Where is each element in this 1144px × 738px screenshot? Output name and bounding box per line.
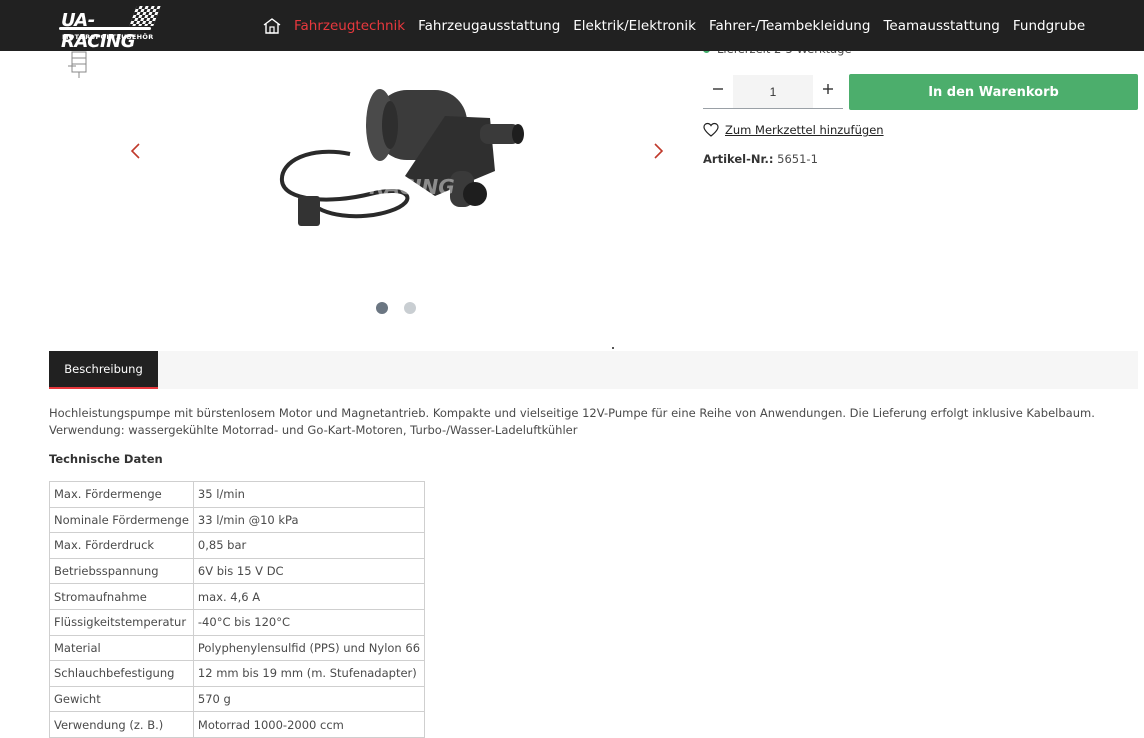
gallery-prev-button[interactable] bbox=[128, 141, 144, 161]
spec-value: 0,85 bar bbox=[192, 532, 426, 559]
spec-key: Betriebsspannung bbox=[49, 557, 194, 585]
nav-item-teamausstattung[interactable]: Teamausstattung bbox=[883, 18, 999, 34]
gallery-pagination bbox=[376, 302, 416, 314]
spec-value: Polyphenylensulfid (PPS) und Nylon 66 bbox=[192, 634, 426, 662]
nav-item-fahrerbekleidung[interactable]: Fahrer-/Teambekleidung bbox=[709, 18, 870, 34]
heart-icon bbox=[703, 122, 719, 137]
nav-item-elektrik[interactable]: Elektrik/Elektronik bbox=[573, 18, 696, 34]
logo-wordmark: UA-RACING bbox=[61, 10, 135, 52]
spec-value: Motorrad 1000-2000 ccm bbox=[192, 711, 426, 738]
quantity-input[interactable] bbox=[733, 75, 813, 109]
tab-bar bbox=[49, 351, 1138, 389]
nav-item-fahrzeugtechnik[interactable]: Fahrzeugtechnik bbox=[294, 18, 405, 34]
spec-value: 6V bis 15 V DC bbox=[192, 557, 426, 585]
spec-key: Stromaufnahme bbox=[49, 583, 194, 610]
brand-logo[interactable]: UA-RACING MOTORSPORTZUBEHÖR bbox=[59, 6, 161, 52]
table-row: Material Polyphenylensulfid (PPS) und Nyl… bbox=[49, 634, 426, 662]
tech-data-heading: Technische Daten bbox=[49, 452, 163, 466]
spec-key: Schlauchbefestigung bbox=[49, 660, 194, 687]
table-row: Verwendung (z. B.) Motorrad 1000-2000 ccm bbox=[49, 711, 426, 738]
spec-value: 12 mm bis 19 mm (m. Stufenadapter) bbox=[192, 660, 426, 687]
table-row: Stromaufnahme max. 4,6 A bbox=[49, 583, 426, 610]
spec-key: Max. Förderdruck bbox=[49, 532, 194, 559]
add-to-cart-button[interactable]: In den Warenkorb bbox=[849, 74, 1138, 110]
usage-text: Verwendung: wassergekühlte Motorrad- und… bbox=[49, 423, 578, 437]
spec-key: Max. Fördermenge bbox=[49, 481, 194, 508]
home-icon bbox=[263, 17, 281, 34]
article-number-value: 5651-1 bbox=[777, 152, 818, 166]
quantity-decrease-button[interactable] bbox=[703, 76, 733, 102]
tab-description[interactable]: Beschreibung bbox=[49, 351, 158, 389]
article-number-label: Artikel-Nr.: bbox=[703, 152, 774, 166]
spec-value: 33 l/min @10 kPa bbox=[192, 506, 426, 534]
nav-item-fahrzeugausstattung[interactable]: Fahrzeugausstattung bbox=[418, 18, 560, 34]
spec-value: max. 4,6 A bbox=[192, 583, 426, 610]
spec-value: 35 l/min bbox=[192, 481, 426, 508]
table-row: Betriebsspannung 6V bis 15 V DC bbox=[49, 557, 426, 585]
table-row: Nominale Fördermenge 33 l/min @10 kPa bbox=[49, 506, 426, 534]
wishlist-link[interactable]: Zum Merkzettel hinzufügen bbox=[703, 122, 884, 138]
nav-item-fundgrube[interactable]: Fundgrube bbox=[1013, 18, 1085, 34]
chevron-right-icon bbox=[654, 143, 664, 159]
chevron-left-icon bbox=[130, 143, 140, 159]
spec-key: Gewicht bbox=[49, 685, 194, 713]
quantity-divider bbox=[703, 108, 843, 109]
spec-value: -40°C bis 120°C bbox=[192, 608, 426, 636]
logo-swoosh bbox=[59, 27, 151, 30]
spec-key: Verwendung (z. B.) bbox=[49, 711, 194, 738]
table-row: Gewicht 570 g bbox=[49, 685, 426, 713]
svg-text:UA-RACING: UA-RACING bbox=[330, 175, 455, 199]
table-row: Max. Förderdruck 0,85 bar bbox=[49, 532, 426, 559]
article-number: Artikel-Nr.: 5651-1 bbox=[703, 152, 818, 166]
wishlist-label[interactable]: Zum Merkzettel hinzufügen bbox=[725, 123, 884, 137]
spec-key: Material bbox=[49, 634, 194, 662]
product-image[interactable]: UA-RACING bbox=[270, 76, 530, 236]
table-row: Flüssigkeitstemperatur -40°C bis 120°C bbox=[49, 608, 426, 636]
gallery-dot-2[interactable] bbox=[404, 302, 416, 314]
plus-icon bbox=[823, 84, 833, 94]
main-navigation: Fahrzeugtechnik Fahrzeugausstattung Elek… bbox=[262, 0, 1098, 51]
logo-tagline: MOTORSPORTZUBEHÖR bbox=[62, 33, 154, 41]
gallery-dot-1[interactable] bbox=[376, 302, 388, 314]
table-row: Max. Fördermenge 35 l/min bbox=[49, 481, 426, 508]
minus-icon bbox=[713, 88, 723, 90]
spec-key: Nominale Fördermenge bbox=[49, 506, 194, 534]
separator-dot bbox=[612, 347, 614, 349]
product-thumbnail[interactable] bbox=[66, 50, 92, 80]
gallery-next-button[interactable] bbox=[650, 141, 666, 161]
product-description: Hochleistungspumpe mit bürstenlosem Moto… bbox=[49, 405, 1109, 439]
home-link[interactable] bbox=[262, 16, 282, 36]
spec-table: Max. Fördermenge 35 l/min Nominale Förder… bbox=[49, 481, 426, 738]
site-header: UA-RACING MOTORSPORTZUBEHÖR Fahrzeugtech… bbox=[0, 0, 1144, 52]
spec-value: 570 g bbox=[192, 685, 426, 713]
description-text: Hochleistungspumpe mit bürstenlosem Moto… bbox=[49, 406, 1095, 420]
table-row: Schlauchbefestigung 12 mm bis 19 mm (m. S… bbox=[49, 660, 426, 687]
spec-key: Flüssigkeitstemperatur bbox=[49, 608, 194, 636]
quantity-increase-button[interactable] bbox=[813, 76, 843, 102]
